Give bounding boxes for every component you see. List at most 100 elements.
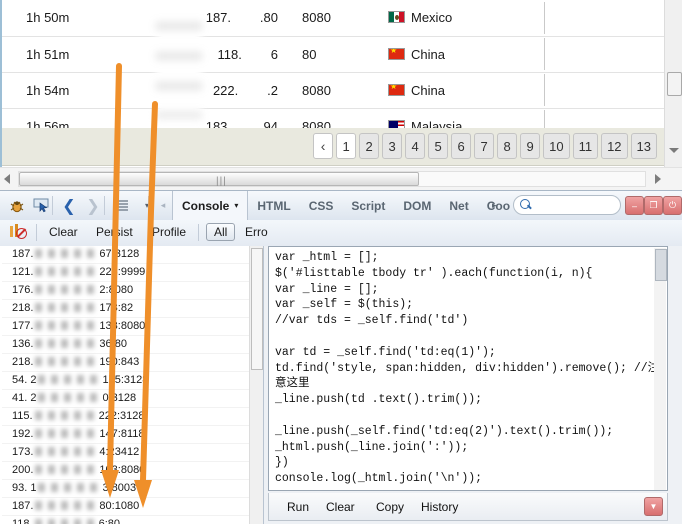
pagination-page-4[interactable]: 4 — [405, 133, 426, 159]
log-ip-suffix: 147:8118 — [99, 428, 145, 440]
firebug-panel: ❮ ❯ ▾ ◂ Console ▾ HTML CSS Script DOM Net Coo ▸… — [0, 190, 682, 524]
pagination-page-5[interactable]: 5 — [428, 133, 449, 159]
pagination-page-7[interactable]: 7 — [474, 133, 495, 159]
list-item[interactable]: 121. 228:9999 — [2, 264, 250, 282]
pagination-page-2[interactable]: 2 — [359, 133, 380, 159]
tab-net[interactable]: Net — [440, 191, 477, 220]
redaction-blur — [38, 375, 101, 384]
list-item[interactable]: 187. 67:3128 — [2, 246, 250, 264]
back-icon[interactable]: ❮ — [58, 195, 80, 216]
toolbar-divider-3 — [148, 196, 149, 215]
tab-css[interactable]: CSS — [300, 191, 343, 220]
detach-button[interactable]: ❐ — [644, 196, 663, 215]
list-item[interactable]: 192. 147:8118 — [2, 426, 250, 444]
pagination-page-3[interactable]: 3 — [382, 133, 403, 159]
table-row[interactable]: 1h 51m118. 680China — [2, 36, 682, 73]
copy-button[interactable]: Copy — [376, 500, 404, 514]
menu-icon[interactable] — [110, 195, 132, 216]
history-button[interactable]: History — [421, 500, 458, 514]
forward-icon[interactable]: ❯ — [82, 195, 104, 216]
chevron-left-icon[interactable]: ◂ — [152, 195, 174, 216]
log-ip-suffix: 4:23412 — [99, 446, 140, 458]
pagination-bar: ‹ 1 2 3 4 5 6 7 8 9 10 11 12 13 — [2, 128, 665, 166]
hscroll-track[interactable]: ||| — [18, 171, 646, 187]
list-item[interactable]: 176. 2:8080 — [2, 282, 250, 300]
redaction-blur — [35, 447, 98, 456]
firebug-tabs[interactable]: Console ▾ HTML CSS Script DOM Net Coo — [172, 191, 513, 220]
clear-button[interactable]: Clear — [326, 500, 355, 514]
list-item[interactable]: 93. 1 3:8003 — [2, 480, 250, 498]
tabs-overflow-icon[interactable]: ▸ — [492, 200, 497, 211]
cell-ip: 118. 6 — [120, 36, 284, 73]
tab-script[interactable]: Script — [342, 191, 394, 220]
list-item[interactable]: 136. 36:80 — [2, 336, 250, 354]
pagination-page-13[interactable]: 13 — [630, 133, 657, 159]
tab-label: HTML — [257, 198, 291, 213]
minimize-button[interactable]: – — [625, 196, 644, 215]
cell-ip: 187. .80 — [120, 0, 284, 37]
subbar-divider-2 — [198, 224, 199, 241]
redaction-blur — [35, 249, 98, 258]
command-editor-footer: Run Clear Copy History ▼ — [268, 493, 668, 521]
console-output-scrollbar[interactable] — [249, 246, 263, 524]
pagination-page-6[interactable]: 6 — [451, 133, 472, 159]
tab-label: CSS — [308, 198, 334, 213]
console-persist-button[interactable]: Persist — [96, 225, 133, 239]
table-vertical-scrollbar[interactable] — [664, 0, 682, 167]
pagination[interactable]: ‹ 1 2 3 4 5 6 7 8 9 10 11 12 13 — [313, 133, 657, 159]
close-button[interactable]: ⏻ — [663, 196, 682, 215]
clear-console-icon[interactable] — [10, 224, 27, 240]
pagination-page-12[interactable]: 12 — [601, 133, 628, 159]
page-horizontal-scrollbar[interactable]: ||| — [0, 167, 682, 190]
console-filter-errors[interactable]: Erro — [245, 225, 268, 239]
command-editor-scrollbar[interactable] — [654, 248, 667, 490]
scroll-down-arrow-icon[interactable] — [669, 148, 679, 153]
console-profile-button[interactable]: Profile — [152, 225, 186, 239]
list-item[interactable]: 173. 4:23412 — [2, 444, 250, 462]
inspector-icon[interactable] — [30, 195, 52, 216]
chevron-down-icon[interactable]: ▾ — [234, 201, 238, 210]
command-editor-code[interactable]: var _html = []; $('#listtable tbody tr' … — [269, 247, 667, 490]
list-item[interactable]: 187. 80:1080 — [2, 498, 250, 516]
bug-icon[interactable] — [6, 195, 28, 216]
list-item[interactable]: 177. 133:8080 — [2, 318, 250, 336]
search-input[interactable] — [513, 195, 621, 215]
cell-uptime: 1h 50m — [2, 0, 120, 37]
scrollbar-thumb[interactable] — [667, 72, 682, 96]
console-output-list[interactable]: 187. 67:3128 121. 228:9999 176. 2:8080 218. 173… — [0, 246, 264, 524]
tab-html[interactable]: HTML — [248, 191, 299, 220]
pagination-page-9[interactable]: 9 — [520, 133, 541, 159]
hscroll-thumb[interactable]: ||| — [19, 172, 419, 187]
list-item[interactable]: 41. 2 0:3128 — [2, 390, 250, 408]
pagination-page-8[interactable]: 8 — [497, 133, 518, 159]
run-button[interactable]: Run — [287, 500, 309, 514]
tab-label: Coo — [486, 198, 511, 213]
pagination-page-10[interactable]: 10 — [543, 133, 570, 159]
tab-console[interactable]: Console ▾ — [172, 191, 249, 220]
pagination-page-11[interactable]: 11 — [572, 133, 599, 159]
pagination-page-1[interactable]: 1 — [336, 133, 357, 159]
table-row[interactable]: 1h 54m222. .28080China — [2, 72, 682, 109]
redaction-blur — [35, 321, 98, 330]
console-filter-all[interactable]: All — [206, 223, 236, 241]
scroll-left-arrow-icon[interactable] — [4, 174, 10, 184]
redaction-blur — [34, 519, 97, 524]
table-row[interactable]: 1h 50m 187. .80 8080 Mexico — [2, 0, 682, 37]
log-ip-prefix: 218. — [12, 302, 34, 314]
list-item[interactable]: 218. 190:843 — [2, 354, 250, 372]
list-item[interactable]: 54. 2 175:3128 — [2, 372, 250, 390]
log-ip-suffix: 3:8003 — [102, 482, 137, 494]
pagination-prev[interactable]: ‹ — [313, 133, 334, 159]
scrollbar-thumb[interactable] — [251, 248, 263, 370]
scroll-right-arrow-icon[interactable] — [655, 174, 661, 184]
list-item[interactable]: 115. 222:3128 — [2, 408, 250, 426]
scrollbar-thumb[interactable] — [655, 249, 667, 281]
log-ip-prefix: 121. — [12, 266, 34, 278]
collapse-editor-icon[interactable]: ▼ — [644, 497, 663, 516]
list-item[interactable]: 200. 103:8080 — [2, 462, 250, 480]
console-clear-button[interactable]: Clear — [49, 225, 78, 239]
command-editor[interactable]: var _html = []; $('#listtable tbody tr' … — [268, 246, 668, 491]
log-ip-suffix: 80:1080 — [99, 500, 140, 512]
list-item[interactable]: 218. 173:82 — [2, 300, 250, 318]
tab-dom[interactable]: DOM — [394, 191, 440, 220]
